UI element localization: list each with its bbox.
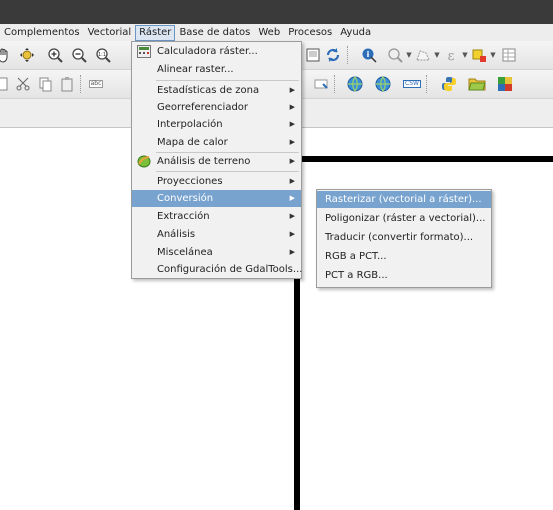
menu-item-pct-a-rgb[interactable]: PCT a RGB... bbox=[317, 267, 491, 284]
menu-ayuda[interactable]: Ayuda bbox=[336, 24, 375, 41]
item-label: Mapa de calor bbox=[157, 137, 228, 148]
zoom-in-icon[interactable] bbox=[46, 46, 64, 64]
submenu-arrow-icon: ▶ bbox=[289, 120, 295, 128]
item-label: Poligonizar (ráster a vectorial)... bbox=[325, 213, 486, 224]
menu-separator bbox=[156, 171, 299, 172]
toolbar-separator bbox=[334, 75, 337, 93]
copy-features-icon[interactable] bbox=[0, 75, 12, 93]
toolbar-separator bbox=[347, 46, 350, 64]
pan-hand-icon[interactable] bbox=[0, 46, 12, 64]
zoom-out-icon[interactable] bbox=[70, 46, 88, 64]
submenu-arrow-icon: ▶ bbox=[289, 177, 295, 185]
label-style-icon[interactable] bbox=[312, 75, 330, 93]
menu-item-analisis[interactable]: Análisis ▶ bbox=[132, 226, 301, 243]
menu-vectorial[interactable]: Vectorial bbox=[84, 24, 136, 41]
menu-raster[interactable]: Ráster bbox=[135, 24, 176, 41]
item-label: Traducir (convertir formato)... bbox=[325, 232, 474, 243]
submenu-arrow-icon: ▶ bbox=[289, 86, 295, 94]
menu-item-extraccion[interactable]: Extracción ▶ bbox=[132, 208, 301, 225]
new-map-view-icon[interactable] bbox=[304, 46, 322, 64]
item-label: Análisis de terreno bbox=[157, 156, 251, 167]
menu-complementos[interactable]: Complementos bbox=[0, 24, 84, 41]
menu-procesos[interactable]: Procesos bbox=[284, 24, 336, 41]
item-label: Interpolación bbox=[157, 119, 223, 130]
menu-item-miscelanea[interactable]: Miscelánea ▶ bbox=[132, 244, 301, 261]
map-feature-line-horizontal bbox=[296, 156, 553, 162]
raster-menu: Calculadora ráster... Alinear raster... … bbox=[131, 41, 302, 279]
menu-item-conversion[interactable]: Conversión ▶ bbox=[132, 190, 301, 207]
item-label: Calculadora ráster... bbox=[157, 46, 258, 57]
csw-icon[interactable]: CSW bbox=[402, 75, 422, 93]
menu-item-mapa-de-calor[interactable]: Mapa de calor ▶ bbox=[132, 134, 301, 151]
label-tool-icon[interactable]: abc bbox=[86, 75, 106, 93]
menu-item-estadisticas-de-zona[interactable]: Estadísticas de zona ▶ bbox=[132, 82, 301, 99]
menubar: Complementos Vectorial Ráster Base de da… bbox=[0, 24, 553, 41]
add-wms-layer-icon[interactable] bbox=[346, 75, 364, 93]
item-label: Análisis bbox=[157, 229, 196, 240]
svg-text:ε: ε bbox=[448, 49, 455, 63]
menu-item-proyecciones[interactable]: Proyecciones ▶ bbox=[132, 173, 301, 190]
processing-toolbox-icon[interactable] bbox=[496, 75, 514, 93]
submenu-arrow-icon: ▶ bbox=[289, 194, 295, 202]
menu-base-de-datos[interactable]: Base de datos bbox=[175, 24, 254, 41]
copy-icon[interactable] bbox=[36, 75, 54, 93]
menu-item-traducir[interactable]: Traducir (convertir formato)... bbox=[317, 229, 491, 246]
item-label: Extracción bbox=[157, 211, 210, 222]
submenu-arrow-icon: ▶ bbox=[289, 230, 295, 238]
svg-text:i: i bbox=[367, 50, 370, 59]
zoom-native-resolution-icon[interactable]: 1:1 bbox=[94, 46, 112, 64]
submenu-arrow-icon: ▶ bbox=[289, 248, 295, 256]
raster-calculator-icon bbox=[137, 45, 151, 58]
item-label: Configuración de GdalTools... bbox=[157, 264, 303, 275]
item-label: Rasterizar (vectorial a ráster)... bbox=[325, 194, 482, 205]
item-label: Conversión bbox=[157, 193, 214, 204]
submenu-arrow-icon: ▶ bbox=[289, 157, 295, 165]
menu-item-interpolacion[interactable]: Interpolación ▶ bbox=[132, 116, 301, 133]
paste-icon[interactable] bbox=[58, 75, 76, 93]
submenu-arrow-icon: ▶ bbox=[289, 138, 295, 146]
menu-item-alinear-raster[interactable]: Alinear raster... bbox=[132, 61, 301, 78]
cut-icon[interactable] bbox=[14, 75, 32, 93]
item-label: Miscelánea bbox=[157, 247, 213, 258]
window-titlebar bbox=[0, 0, 553, 24]
item-label: Estadísticas de zona bbox=[157, 85, 260, 96]
add-wfs-layer-icon[interactable] bbox=[374, 75, 392, 93]
pan-to-selection-icon[interactable] bbox=[18, 46, 36, 64]
refresh-icon[interactable] bbox=[324, 46, 342, 64]
attribute-table-icon[interactable] bbox=[500, 46, 518, 64]
item-label: Alinear raster... bbox=[157, 64, 234, 75]
svg-text:1:1: 1:1 bbox=[98, 52, 106, 58]
open-folder-icon[interactable] bbox=[468, 75, 486, 93]
item-label: Proyecciones bbox=[157, 176, 223, 187]
menu-item-rasterizar[interactable]: Rasterizar (vectorial a ráster)... bbox=[317, 191, 491, 208]
terrain-analysis-icon bbox=[137, 155, 151, 168]
item-label: Georreferenciador bbox=[157, 102, 249, 113]
python-console-icon[interactable] bbox=[440, 75, 458, 93]
identify-features-icon[interactable]: i bbox=[360, 46, 378, 64]
submenu-arrow-icon: ▶ bbox=[289, 212, 295, 220]
item-label: PCT a RGB... bbox=[325, 270, 388, 281]
menu-separator bbox=[156, 80, 299, 81]
toolbar-separator bbox=[80, 75, 83, 93]
menu-item-analisis-de-terreno[interactable]: Análisis de terreno ▶ bbox=[132, 153, 301, 170]
menu-item-rgb-a-pct[interactable]: RGB a PCT... bbox=[317, 248, 491, 265]
menu-item-calculadora-raster[interactable]: Calculadora ráster... bbox=[132, 43, 301, 60]
item-label: RGB a PCT... bbox=[325, 251, 387, 262]
menu-item-configuracion-gdaltools[interactable]: Configuración de GdalTools... bbox=[132, 261, 303, 278]
conversion-submenu: Rasterizar (vectorial a ráster)... Polig… bbox=[316, 189, 492, 288]
toolbar-separator bbox=[426, 75, 429, 93]
menu-web[interactable]: Web bbox=[254, 24, 284, 41]
submenu-arrow-icon: ▶ bbox=[289, 103, 295, 111]
menu-item-georreferenciador[interactable]: Georreferenciador ▶ bbox=[132, 99, 301, 116]
menu-item-poligonizar[interactable]: Poligonizar (ráster a vectorial)... bbox=[317, 210, 491, 227]
